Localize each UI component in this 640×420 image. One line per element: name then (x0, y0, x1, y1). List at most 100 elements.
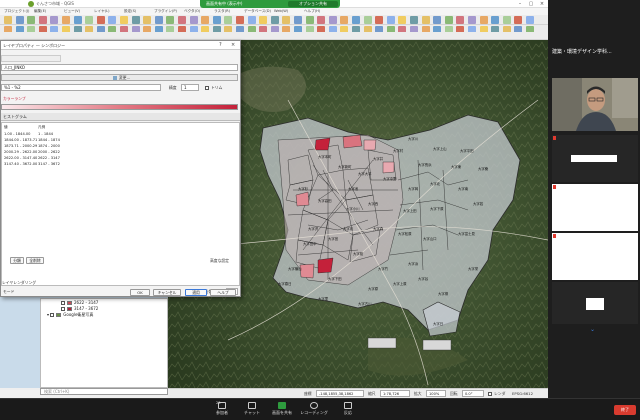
toolbar-button[interactable] (479, 16, 488, 24)
toolbar-button[interactable] (282, 16, 291, 24)
class-value[interactable]: 1873.71 - 2000.29 (4, 144, 37, 148)
classify-button[interactable]: 分類 (10, 257, 24, 264)
toolbar-button[interactable] (212, 16, 221, 24)
class-legend[interactable]: 2000 - 2622 (38, 150, 60, 154)
toolbar-button[interactable] (386, 16, 395, 24)
toolbar-share-screen-button[interactable]: 画面を共有 (264, 402, 300, 416)
delete-all-button[interactable]: 全削除 (26, 257, 44, 264)
minimize-icon[interactable]: – (515, 0, 525, 8)
participant-tile[interactable] (552, 282, 638, 324)
toolbar-button[interactable] (502, 16, 511, 24)
end-meeting-button[interactable]: 終了 (614, 405, 636, 415)
toolbar-button[interactable] (363, 16, 372, 24)
class-legend[interactable]: 1 - 1844 (38, 132, 53, 136)
locator-search-input[interactable]: 検索 (Ctrl+K) (40, 388, 168, 395)
class-legend[interactable]: 1844 - 1874 (38, 138, 60, 142)
toolbar-button[interactable] (201, 16, 210, 24)
toolbar-button[interactable] (514, 16, 523, 24)
menu-item[interactable]: ベクタ(O) (184, 9, 200, 14)
expand-icon[interactable]: ▾ (47, 312, 49, 317)
toolbar-button[interactable] (398, 16, 407, 24)
toolbar-button[interactable] (143, 16, 152, 24)
toolbar-button[interactable] (27, 16, 36, 24)
toolbar-button[interactable] (491, 16, 500, 24)
toolbar-button[interactable] (166, 16, 175, 24)
class-value[interactable]: 2622.00 - 3147.40 (4, 156, 37, 160)
menu-item[interactable]: 設定(S) (124, 9, 136, 14)
layer-checkbox[interactable] (61, 301, 65, 305)
toolbar-button[interactable] (317, 16, 326, 24)
toolbar-button[interactable] (224, 16, 233, 24)
class-value[interactable]: 1.00 - 1844.00 (4, 132, 30, 136)
layer-item[interactable]: 2622 - 3147 (61, 300, 98, 305)
toolbar-button[interactable] (375, 16, 384, 24)
menu-item[interactable]: レイヤ(L) (94, 9, 109, 14)
tab-histogram[interactable]: ヒストグラム (3, 114, 27, 120)
menu-item[interactable]: 編集(E) (34, 9, 46, 14)
toolbar-button[interactable] (15, 16, 24, 24)
advanced-dropdown[interactable]: 高度な設定 (210, 258, 229, 264)
layer-item[interactable]: 3147 - 3672 (61, 306, 98, 311)
coord-field[interactable]: -148,1855,38,1862 (316, 390, 364, 397)
participant-video[interactable] (552, 78, 638, 131)
scale-field[interactable]: 1:78,726 (380, 390, 410, 397)
toolbar-button[interactable] (410, 16, 418, 24)
share-options-button[interactable]: オプション共有 (288, 1, 338, 7)
layer-checkbox[interactable] (50, 313, 55, 317)
layer-render-label[interactable]: レイヤレンダリング (2, 280, 36, 286)
value-field-select[interactable]: 人口_JINKO (1, 64, 238, 71)
col-header-legend[interactable]: 凡例 (38, 125, 45, 130)
toolbar-button[interactable] (189, 16, 198, 24)
toolbar-button[interactable] (259, 16, 268, 24)
render-checkbox[interactable]: レンダ (488, 391, 505, 397)
toolbar-button[interactable] (305, 16, 314, 24)
class-legend[interactable]: 1874 - 2000 (38, 144, 60, 148)
maximize-icon[interactable]: ▢ (526, 0, 536, 8)
toolbar-button[interactable] (456, 16, 465, 24)
apply-button[interactable]: 適用 (185, 289, 207, 296)
color-ramp-select[interactable] (1, 104, 238, 110)
menu-item[interactable]: ビュー(V) (64, 9, 80, 14)
toolbar-button[interactable] (526, 16, 534, 24)
layer-item[interactable]: ▾ Google衛星写真 (47, 312, 93, 318)
toolbar-button[interactable] (4, 16, 12, 24)
toolbar-button[interactable] (62, 16, 70, 24)
precision-spinbox[interactable]: 1 (181, 84, 199, 91)
toolbar-button[interactable] (131, 16, 140, 24)
toolbar-button[interactable] (444, 16, 453, 24)
menu-item[interactable]: プロジェクト(J) (4, 9, 29, 14)
cancel-button[interactable]: キャンセル (153, 289, 181, 296)
close-icon[interactable]: × (231, 42, 235, 48)
menu-item[interactable]: Web(W) (274, 9, 288, 13)
magnifier-field[interactable]: 100% (426, 390, 446, 397)
col-header-value[interactable]: 値 (4, 125, 8, 130)
participant-tile[interactable] (552, 135, 638, 182)
toolbar-button[interactable] (38, 16, 47, 24)
class-value[interactable]: 1844.00 - 1873.71 (4, 138, 37, 142)
toolbar-button[interactable] (85, 16, 94, 24)
toolbar-button[interactable] (468, 16, 476, 24)
menu-item[interactable]: データベース(D) (244, 9, 271, 14)
rotation-field[interactable]: 0.0° (462, 390, 484, 397)
class-value[interactable]: 3147.40 - 3672.00 (4, 162, 37, 166)
layer-checkbox[interactable] (61, 307, 65, 311)
crs-button[interactable]: EPSG:6612 (512, 391, 533, 396)
help-button[interactable]: ヘルプ (210, 289, 236, 296)
toolbar-button[interactable] (50, 16, 59, 24)
class-legend[interactable]: 2622 - 3147 (38, 156, 60, 160)
toolbar-record-button[interactable]: レコーディング (296, 402, 332, 416)
participant-tile[interactable] (552, 233, 638, 280)
toolbar-button[interactable] (352, 16, 360, 24)
participant-tile[interactable] (552, 184, 638, 231)
legend-format-input[interactable]: %1 - %2 (1, 84, 161, 91)
close-icon[interactable]: × (537, 0, 547, 8)
toolbar-button[interactable] (294, 16, 302, 24)
class-legend[interactable]: 3147 - 3672 (38, 162, 60, 166)
toolbar-button[interactable] (178, 16, 186, 24)
help-icon[interactable]: ? (219, 42, 222, 48)
ok-button[interactable]: OK (130, 289, 150, 296)
gallery-scroll-down-icon[interactable]: ⌄ (590, 326, 595, 333)
trim-checkbox[interactable]: トリム (205, 85, 222, 91)
toolbar-button[interactable] (247, 16, 256, 24)
menu-item[interactable]: ヘルプ(H) (304, 9, 320, 14)
